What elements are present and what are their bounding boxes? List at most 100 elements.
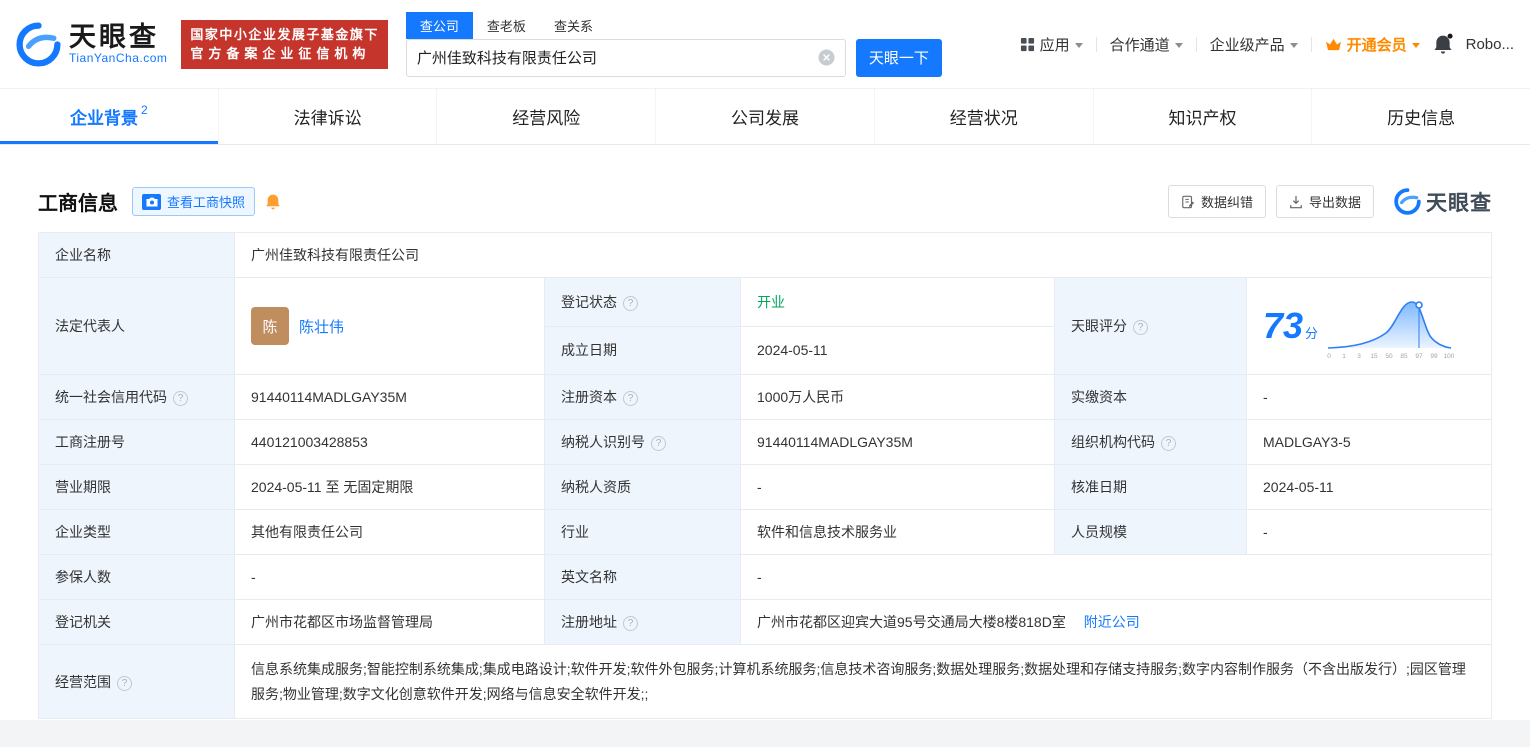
search-tab-relation[interactable]: 查关系 (540, 12, 607, 39)
nav-apps[interactable]: 应用 (1020, 34, 1083, 55)
value-reg-address: 广州市花都区迎宾大道95号交通局大楼8楼818D室 附近公司 (740, 599, 1492, 645)
tianyancha-logo-icon (1394, 188, 1421, 215)
svg-text:85: 85 (1400, 353, 1408, 360)
value-legal-rep: 陈 陈壮伟 (234, 277, 545, 375)
tab-history-info[interactable]: 历史信息 (1312, 89, 1530, 144)
label-taxpayer-id: 纳税人识别号? (544, 419, 741, 465)
data-correction-button[interactable]: 数据纠错 (1167, 185, 1266, 218)
tab-company-background[interactable]: 企业背景 2 (0, 89, 219, 144)
tianyancha-logo-icon (16, 22, 61, 67)
tianyancha-logo[interactable]: 天眼查 TianYanCha.com (16, 22, 167, 67)
status-badge: 开业 (757, 293, 785, 310)
label-approval-date: 核准日期 (1054, 464, 1247, 510)
value-english-name: - (740, 554, 1492, 600)
label-registry: 登记机关 (38, 599, 235, 645)
nav-vip-membership[interactable]: 开通会员 (1325, 34, 1420, 55)
help-icon[interactable]: ? (623, 616, 638, 631)
label-reg-capital: 注册资本? (544, 374, 741, 420)
label-staff-size: 人员规模 (1054, 509, 1247, 555)
value-org-code: MADLGAY3-5 (1246, 419, 1492, 465)
snapshot-button-label: 查看工商快照 (167, 195, 246, 210)
label-credit-code: 统一社会信用代码? (38, 374, 235, 420)
divider (1195, 36, 1197, 52)
business-info-table: 企业名称 广州佳致科技有限责任公司 法定代表人 陈 陈壮伟 登记状态? 开业 天… (38, 232, 1492, 719)
help-icon[interactable]: ? (1133, 320, 1148, 335)
search-area: 查公司 查老板 查关系 天眼一下 (405, 11, 942, 77)
notification-dot (1447, 33, 1453, 39)
legal-rep-link[interactable]: 陈壮伟 (299, 316, 344, 337)
search-button[interactable]: 天眼一下 (855, 38, 942, 77)
value-paid-capital: - (1246, 374, 1492, 420)
label-english-name: 英文名称 (544, 554, 741, 600)
help-icon[interactable]: ? (117, 675, 132, 691)
nearby-companies-link[interactable]: 附近公司 (1084, 614, 1140, 630)
tab-intellectual-property[interactable]: 知识产权 (1094, 89, 1313, 144)
section-title: 工商信息 (38, 193, 118, 215)
value-reg-status: 开业 (740, 277, 1055, 327)
company-section-tabs: 企业背景 2 法律诉讼 经营风险 公司发展 经营状况 知识产权 历史信息 (0, 89, 1530, 145)
logo-domain-text: TianYanCha.com (69, 51, 168, 66)
help-icon[interactable]: ? (1161, 436, 1176, 451)
clear-search-icon[interactable] (818, 49, 835, 66)
svg-text:100: 100 (1444, 353, 1455, 360)
label-legal-rep: 法定代表人 (38, 277, 235, 375)
value-registry: 广州市花都区市场监督管理局 (234, 599, 545, 645)
score-value: 73 分 (1263, 305, 1319, 346)
nav-enterprise-products[interactable]: 企业级产品 (1210, 34, 1298, 55)
brand-watermark-text: 天眼查 (1426, 191, 1492, 215)
help-icon[interactable]: ? (651, 436, 666, 451)
badge-line-2: 官方备案企业征信机构 (190, 46, 371, 61)
export-data-button[interactable]: 导出数据 (1275, 185, 1374, 218)
tab-legal-lawsuits[interactable]: 法律诉讼 (219, 89, 438, 144)
search-input[interactable] (416, 49, 818, 66)
search-tab-boss[interactable]: 查老板 (473, 12, 540, 39)
snapshot-button[interactable]: 查看工商快照 (132, 187, 256, 216)
value-score: 73 分 0 1 3 15 50 85 97 99 100 (1246, 277, 1492, 375)
table-row: 经营范围? 信息系统集成服务;智能控制系统集成;集成电路设计;软件开发;软件外包… (38, 644, 1492, 719)
svg-text:50: 50 (1385, 353, 1393, 360)
user-menu[interactable]: Robo... (1466, 36, 1514, 53)
value-reg-number: 440121003428853 (234, 419, 545, 465)
gov-certification-badge: 国家中小企业发展子基金旗下 官方备案企业征信机构 (181, 19, 388, 69)
help-icon[interactable]: ? (173, 391, 188, 406)
value-established-date: 2024-05-11 (740, 325, 1055, 375)
label-reg-status: 登记状态? (544, 277, 741, 327)
value-taxpayer-id: 91440114MADLGAY35M (740, 419, 1055, 465)
business-info-toolbar: 工商信息 查看工商快照 数据纠错 导出数据 天眼查 (38, 145, 1492, 218)
label-paid-capital: 实缴资本 (1054, 374, 1247, 420)
value-company-type: 其他有限责任公司 (234, 509, 545, 555)
download-icon (1290, 195, 1302, 208)
nav-cooperation[interactable]: 合作通道 (1110, 34, 1183, 55)
svg-text:3: 3 (1357, 353, 1361, 360)
table-row: 参保人数 - 英文名称 - (38, 554, 1492, 600)
search-box (405, 38, 846, 77)
label-established-date: 成立日期 (544, 325, 741, 375)
brand-watermark: 天眼查 (1394, 187, 1492, 217)
nav-enterprise-label: 企业级产品 (1209, 36, 1285, 54)
monitor-bell-icon[interactable] (265, 193, 281, 211)
value-business-scope: 信息系统集成服务;智能控制系统集成;集成电路设计;软件开发;软件外包服务;计算机… (234, 644, 1492, 719)
help-icon[interactable]: ? (623, 391, 638, 406)
tab-company-development[interactable]: 公司发展 (656, 89, 875, 144)
value-credit-code: 91440114MADLGAY35M (234, 374, 545, 420)
chevron-down-icon (1074, 42, 1083, 48)
chevron-down-icon (1289, 42, 1298, 48)
score-axis-ticks: 0 1 3 15 50 85 97 99 100 (1327, 353, 1455, 360)
nav-vip-label: 开通会员 (1346, 36, 1407, 54)
search-tab-company[interactable]: 查公司 (405, 11, 473, 39)
tab-operating-risk[interactable]: 经营风险 (437, 89, 657, 144)
label-reg-number: 工商注册号 (38, 419, 235, 465)
label-score: 天眼评分? (1054, 277, 1247, 375)
tab-operating-status[interactable]: 经营状况 (875, 89, 1094, 144)
score-distribution-chart: 0 1 3 15 50 85 97 99 100 (1327, 301, 1455, 360)
label-company-type: 企业类型 (38, 509, 235, 555)
divider (1310, 36, 1312, 52)
table-row: 法定代表人 陈 陈壮伟 登记状态? 开业 天眼评分? 73 分 0 1 3 15… (38, 277, 1492, 375)
label-insured-count: 参保人数 (38, 554, 235, 600)
nav-cooperation-label: 合作通道 (1109, 36, 1170, 54)
table-row: 统一社会信用代码? 91440114MADLGAY35M 注册资本? 1000万… (38, 374, 1492, 420)
help-icon[interactable]: ? (623, 295, 638, 311)
vip-crown-icon (1325, 38, 1341, 50)
legal-rep-avatar[interactable]: 陈 (251, 307, 289, 345)
notification-bell[interactable] (1433, 33, 1453, 55)
